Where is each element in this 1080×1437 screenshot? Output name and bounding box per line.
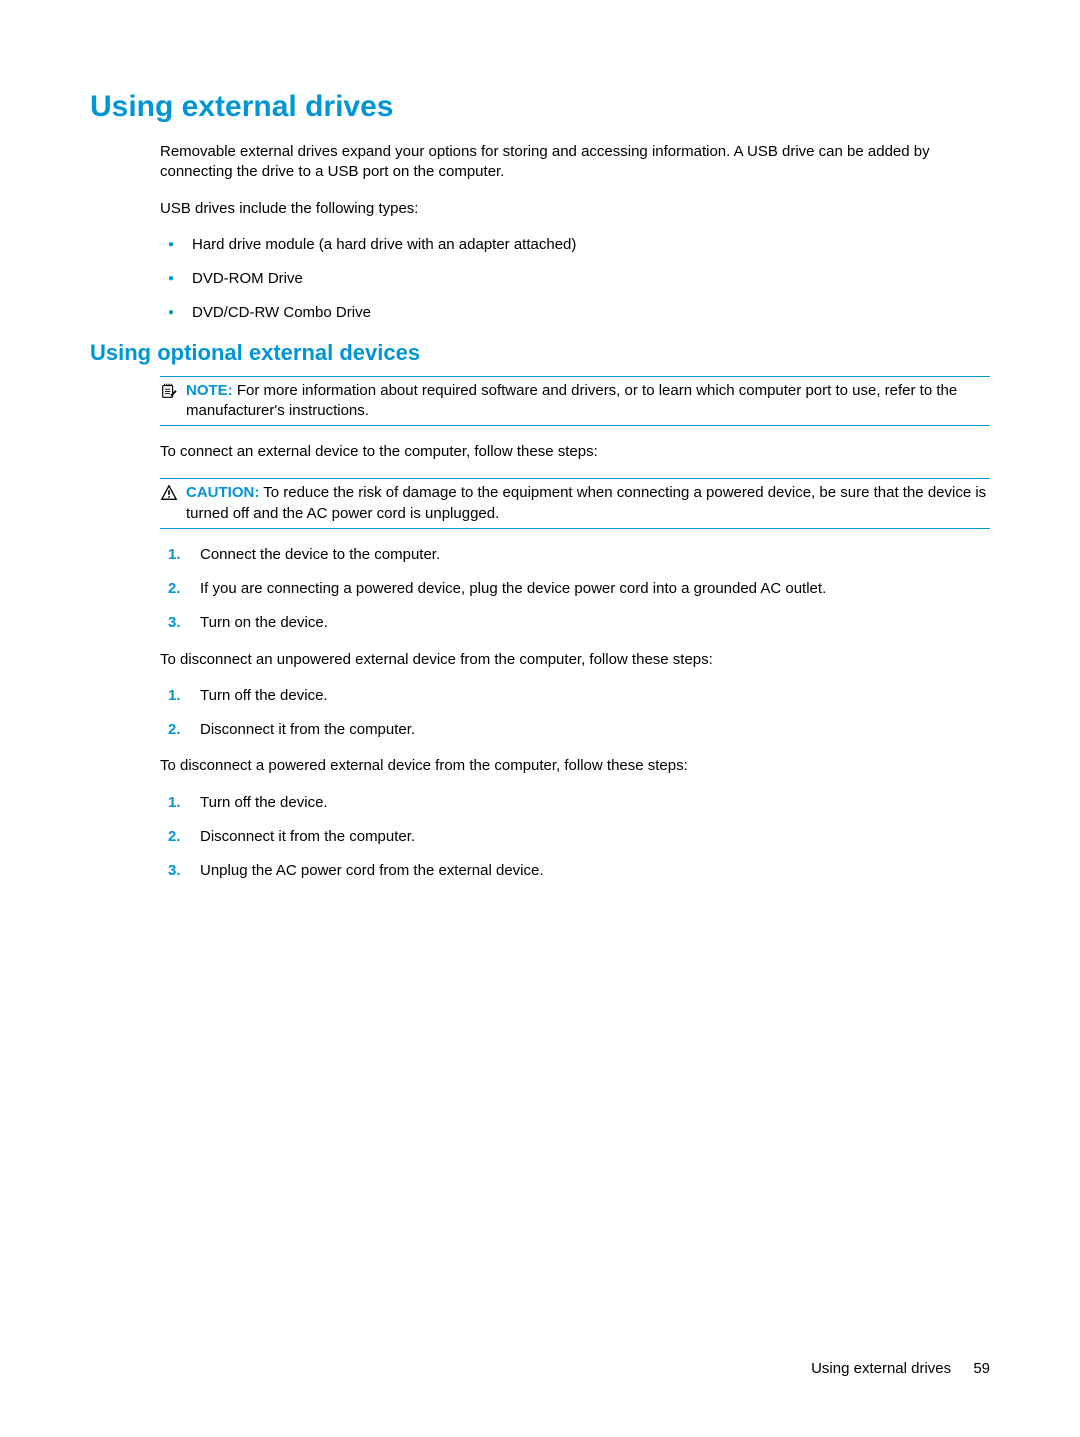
list-item: Turn off the device. — [160, 686, 990, 706]
heading-1: Using external drives — [90, 90, 990, 124]
caution-label: CAUTION: — [186, 484, 259, 501]
connect-intro: To connect an external device to the com… — [160, 442, 990, 462]
disconnect-powered-steps: Turn off the device. Disconnect it from … — [160, 793, 990, 882]
caution-icon — [160, 484, 182, 507]
usb-types-list: Hard drive module (a hard drive with an … — [160, 235, 990, 324]
intro-paragraph: Removable external drives expand your op… — [160, 142, 990, 183]
disconnect-unpowered-intro: To disconnect an unpowered external devi… — [160, 650, 990, 670]
caution-text: To reduce the risk of damage to the equi… — [186, 484, 986, 521]
note-body: NOTE: For more information about require… — [186, 381, 990, 422]
list-item: DVD/CD-RW Combo Drive — [160, 303, 990, 323]
footer-title: Using external drives — [811, 1360, 951, 1377]
page-footer: Using external drives 59 — [811, 1360, 990, 1377]
connect-steps: Connect the device to the computer. If y… — [160, 545, 990, 634]
note-icon — [160, 382, 182, 405]
list-item: Disconnect it from the computer. — [160, 827, 990, 847]
disconnect-unpowered-steps: Turn off the device. Disconnect it from … — [160, 686, 990, 741]
list-item: Turn off the device. — [160, 793, 990, 813]
list-item: Connect the device to the computer. — [160, 545, 990, 565]
list-item: Turn on the device. — [160, 613, 990, 633]
list-item: Hard drive module (a hard drive with an … — [160, 235, 990, 255]
disconnect-powered-intro: To disconnect a powered external device … — [160, 756, 990, 776]
list-item: Disconnect it from the computer. — [160, 720, 990, 740]
list-item: If you are connecting a powered device, … — [160, 579, 990, 599]
caution-callout: CAUTION: To reduce the risk of damage to… — [160, 478, 990, 529]
list-item: Unplug the AC power cord from the extern… — [160, 861, 990, 881]
note-label: NOTE: — [186, 382, 233, 399]
list-item: DVD-ROM Drive — [160, 269, 990, 289]
heading-2: Using optional external devices — [90, 340, 990, 366]
note-callout: NOTE: For more information about require… — [160, 376, 990, 427]
note-text: For more information about required soft… — [186, 382, 957, 419]
footer-page-number: 59 — [973, 1360, 990, 1377]
usb-intro: USB drives include the following types: — [160, 199, 990, 219]
caution-body: CAUTION: To reduce the risk of damage to… — [186, 483, 990, 524]
